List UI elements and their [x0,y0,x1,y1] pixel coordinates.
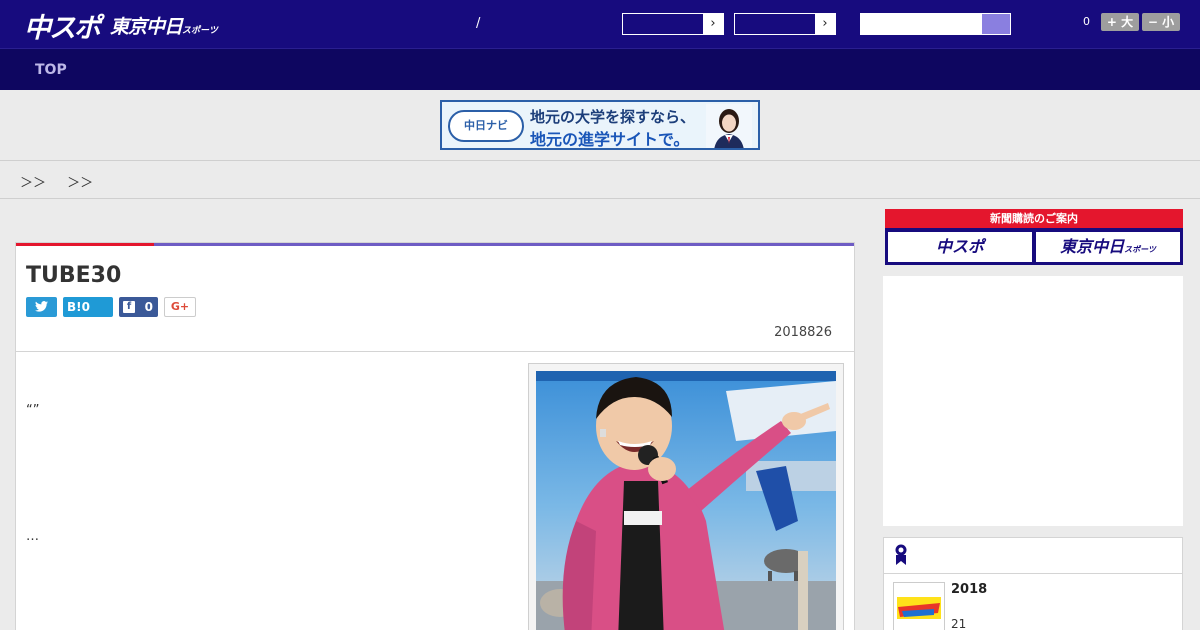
divider [0,198,1200,199]
banner-badge: 中日ナビ [448,110,524,142]
divider [16,351,854,352]
font-size-count: 0 [1083,15,1090,28]
subscribe-tokyo-chunichi-button[interactable]: 東京中日スポーツ [1036,232,1180,262]
ranking-header [884,538,1182,574]
header-slash: / [476,16,481,31]
subscribe-chuspo-button[interactable]: 中スポ [888,232,1032,262]
article-paragraph: “” [26,403,40,418]
subscription-box: 新聞購読のご案内 中スポ 東京中日スポーツ [885,209,1183,265]
article-title: TUBE30 [26,263,122,288]
article-photo [536,371,836,630]
tokyo-chunichi-logo[interactable]: 東京中日スポーツ [110,12,218,39]
facebook-icon: f [123,301,135,313]
facebook-count: 0 [144,300,153,314]
subscription-header[interactable]: 新聞購読のご案内 [885,209,1183,228]
accent-bar-purple [154,243,854,246]
subscribe-btn2-small: スポーツ [1124,245,1156,254]
ranking-thumbnail[interactable] [893,582,945,630]
banner-line2: 地元の進学サイトで。 [530,130,690,149]
search-input[interactable] [860,13,1011,35]
article-date: 2018826 [774,325,832,340]
google-plus-button[interactable]: G+ [164,297,196,317]
chevron-right-icon: › [815,14,835,34]
hatena-bookmark-button[interactable]: B!0 [63,297,113,317]
category-select-2[interactable]: › [734,13,836,35]
font-larger-button[interactable]: + 大 [1101,13,1139,31]
nav-item-top[interactable]: TOP [35,62,67,78]
category-select-1[interactable]: › [622,13,724,35]
ranking-thumbnail-image [894,583,944,630]
main-nav: TOP [0,48,1200,90]
font-smaller-button[interactable]: − 小 [1142,13,1180,31]
breadcrumb[interactable]: ＞＞ ＞＞ [20,172,93,191]
ranking-item-sub: 21 [951,617,967,630]
facebook-share-button[interactable]: f 0 [119,297,158,317]
banner-ad[interactable]: 中日ナビ 地元の大学を探すなら、 地元の進学サイトで。 [440,100,760,150]
banner-person-image [706,104,752,148]
banner-line1: 地元の大学を探すなら、 [530,108,696,126]
medal-icon [895,544,907,565]
chevron-right-icon: › [703,14,723,34]
article-photo-frame[interactable] [528,363,844,630]
subscribe-btn2-text: 東京中日 [1060,237,1125,256]
article-card: TUBE30 B!0 f 0 G+ 2018826 “” … [15,242,855,630]
divider [0,160,1200,161]
accent-bar-red [16,243,154,246]
ranking-box: 2018 21 [883,537,1183,630]
search-button[interactable] [982,14,1010,34]
twitter-share-button[interactable] [26,297,57,317]
sidebar-ad[interactable] [883,276,1183,526]
site-header: 中スポ 東京中日スポーツ / › › 0 + 大 − 小 [0,0,1200,48]
ranking-item-title[interactable]: 2018 [951,582,987,597]
tokyo-chunichi-logo-small: スポーツ [182,26,218,36]
twitter-icon [35,301,48,312]
tokyo-chunichi-logo-text: 東京中日 [110,16,183,38]
article-paragraph: … [26,529,39,544]
chuspo-logo[interactable]: 中スポ [24,6,101,45]
